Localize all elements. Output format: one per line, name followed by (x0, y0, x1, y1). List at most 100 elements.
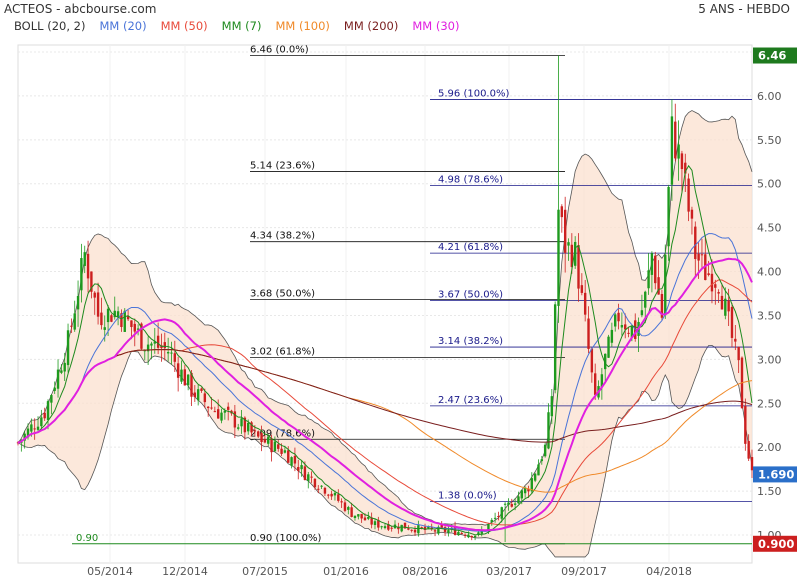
fib-right-label: 4.21 (61.8%) (438, 242, 503, 253)
x-tick-label: 09/2017 (561, 565, 607, 578)
candle-body (163, 342, 166, 349)
candle-body (510, 504, 513, 507)
y-tick-label: 4.50 (757, 222, 782, 235)
fib-right-label: 2.47 (23.6%) (438, 395, 503, 406)
candle-body (343, 502, 347, 511)
candle-body (273, 441, 277, 452)
candle-body (320, 485, 323, 487)
candle-body (80, 258, 83, 291)
candle-body (357, 514, 360, 517)
candle-body (203, 393, 207, 403)
fib-left-label: 5.14 (23.6%) (250, 160, 315, 171)
candle-body (237, 427, 240, 429)
fib-left-label: 4.34 (38.2%) (250, 231, 315, 242)
candle-body (543, 444, 547, 457)
candle-body (493, 517, 497, 519)
y-tick-label: 1.50 (757, 485, 782, 498)
candle-body (116, 311, 120, 318)
candle-body (180, 369, 183, 382)
fib-left-label: 6.46 (0.0%) (250, 45, 309, 56)
candle-body (677, 144, 680, 159)
candle-body (614, 314, 617, 327)
top-price-marker: 6.46 (758, 49, 786, 63)
y-tick-label: 3.00 (757, 353, 782, 366)
candle-body (297, 467, 300, 471)
candle-body (537, 464, 540, 476)
fib-right-label: 5.96 (100.0%) (438, 88, 509, 99)
candle-body (56, 369, 60, 389)
fib-left-label: 0.90 (100.0%) (250, 533, 321, 544)
candle-body (133, 323, 136, 332)
candle-body (340, 501, 343, 503)
candle-body (724, 298, 727, 316)
candle-body (674, 121, 677, 159)
candle-body (407, 528, 410, 530)
candle-body (447, 530, 450, 533)
candle-body (647, 270, 650, 289)
x-tick-label: 08/2016 (402, 565, 448, 578)
candle-body (317, 488, 320, 490)
candle-body (380, 526, 383, 528)
x-tick-label: 03/2017 (486, 565, 532, 578)
candle-body (747, 441, 750, 459)
candle-body (720, 295, 724, 310)
candle-body (220, 412, 223, 421)
fib-right-label: 3.67 (50.0%) (438, 290, 503, 301)
candle-body (123, 310, 126, 332)
candle-body (513, 503, 517, 505)
candle-body (93, 292, 96, 298)
candle-body (417, 525, 420, 534)
y-tick-label: 5.50 (757, 134, 782, 147)
candle-body (240, 418, 243, 427)
candle-body (607, 336, 610, 358)
candle-body (183, 369, 187, 386)
candle-body (410, 529, 413, 531)
support-line-label: 0.90 (76, 533, 98, 544)
candle-body (76, 296, 80, 310)
candle-body (617, 312, 620, 322)
candle-body (670, 116, 674, 185)
y-tick-label: 4.00 (757, 266, 782, 279)
candle-body (717, 292, 720, 294)
x-tick-label: 04/2018 (646, 565, 692, 578)
candle-body (667, 186, 670, 247)
candle-body (690, 209, 694, 219)
candle-body (373, 521, 377, 525)
candle-body (610, 329, 614, 343)
candle-body (563, 209, 567, 253)
candle-body (310, 476, 313, 478)
candle-body (277, 444, 280, 449)
candle-body (70, 325, 73, 327)
candle-body (560, 206, 564, 218)
candle-body (520, 490, 523, 499)
candle-body (33, 428, 36, 430)
candle-body (333, 492, 337, 496)
candle-body (640, 310, 644, 316)
candle-body (96, 292, 100, 317)
candle-body (210, 407, 213, 409)
candle-body (347, 507, 350, 510)
candle-body (467, 534, 470, 538)
candle-body (557, 209, 560, 306)
candle-body (627, 332, 630, 334)
candle-body (263, 439, 267, 443)
candle-body (654, 255, 657, 284)
candle-body (457, 531, 460, 536)
candle-body (66, 330, 70, 366)
candle-body (293, 455, 297, 464)
candle-body (413, 529, 417, 533)
fib-right-label: 4.98 (78.6%) (438, 174, 503, 185)
candle-body (226, 406, 230, 410)
candle-body (714, 284, 717, 288)
candle-body (216, 409, 220, 419)
candle-body (583, 292, 587, 315)
y-tick-label: 6.00 (757, 90, 782, 103)
candle-body (106, 308, 110, 323)
candle-body (186, 374, 190, 386)
candle-body (644, 291, 647, 308)
candle-body (150, 343, 153, 346)
candle-body (680, 153, 684, 170)
candle-body (353, 515, 357, 519)
candle-body (166, 352, 170, 354)
candle-body (100, 312, 103, 326)
